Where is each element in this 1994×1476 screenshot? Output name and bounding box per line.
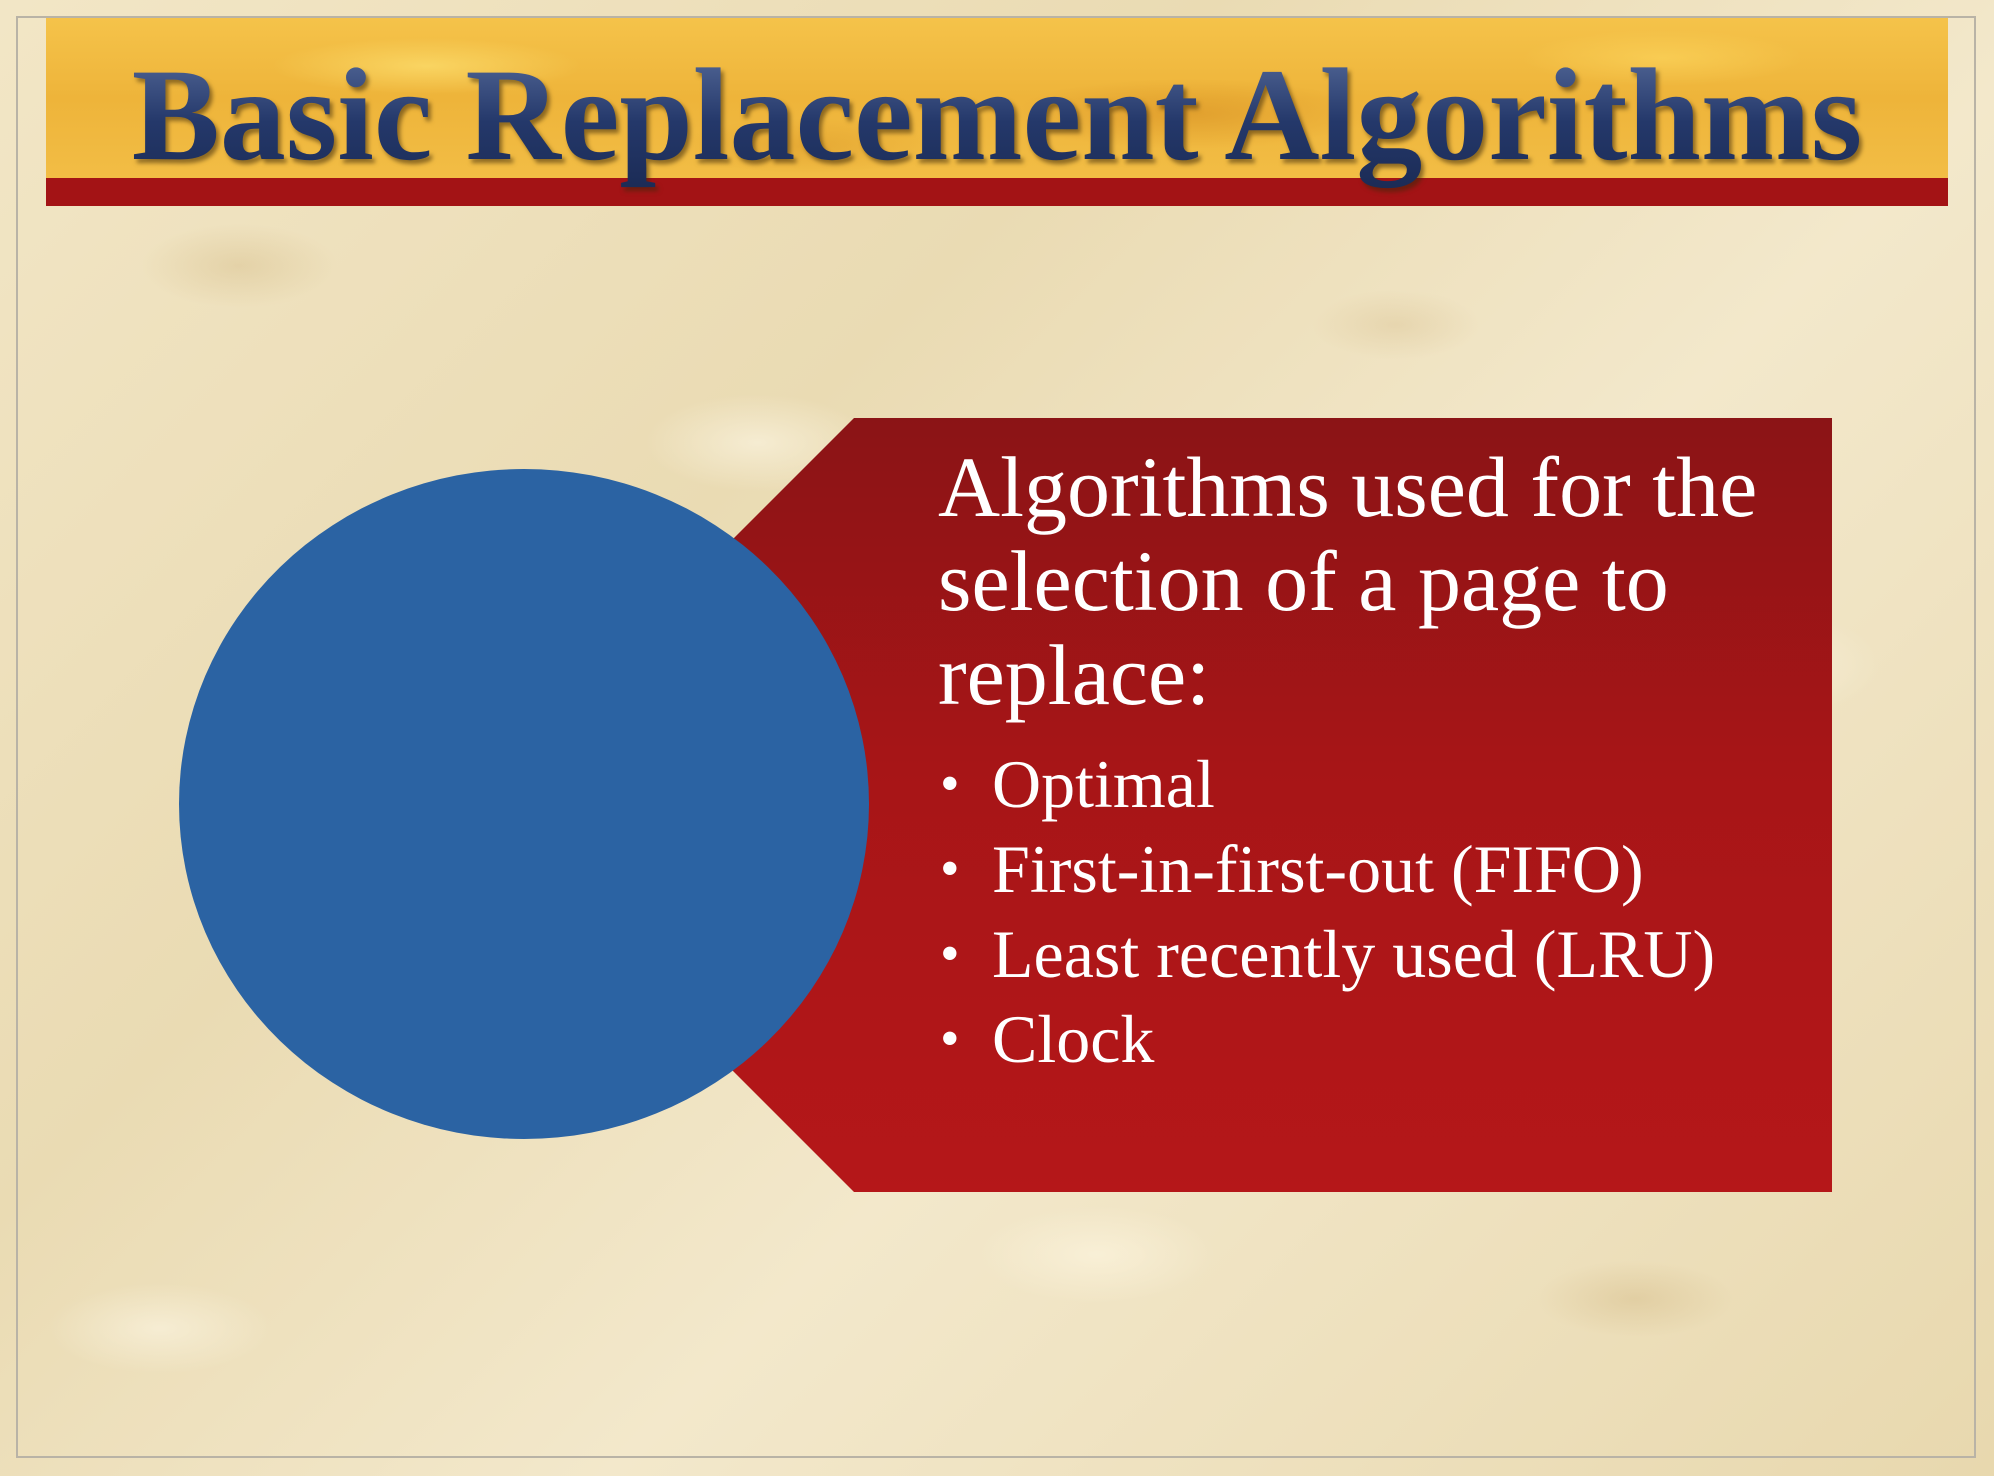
list-item-label: Clock [992,1001,1155,1077]
slide: Basic Replacement Algorithms Algorithms … [0,0,1994,1476]
blue-circle [179,469,869,1139]
list-item: • Optimal [938,742,1818,827]
bullet-icon: • [940,1008,960,1070]
bullet-icon: • [940,838,960,900]
bullet-icon: • [940,923,960,985]
list-item-label: Optimal [992,746,1215,822]
list-item-label: First-in-first-out (FIFO) [992,831,1644,907]
algorithm-list: • Optimal • First-in-first-out (FIFO) • … [938,742,1818,1082]
list-item-label: Least recently used (LRU) [992,916,1716,992]
list-item: • Clock [938,997,1818,1082]
list-item: • Least recently used (LRU) [938,912,1818,997]
bullet-icon: • [940,753,960,815]
content-heading: Algorithms used for the selection of a p… [938,439,1758,723]
list-item: • First-in-first-out (FIFO) [938,827,1818,912]
content-text: Algorithms used for the selection of a p… [938,440,1818,1082]
